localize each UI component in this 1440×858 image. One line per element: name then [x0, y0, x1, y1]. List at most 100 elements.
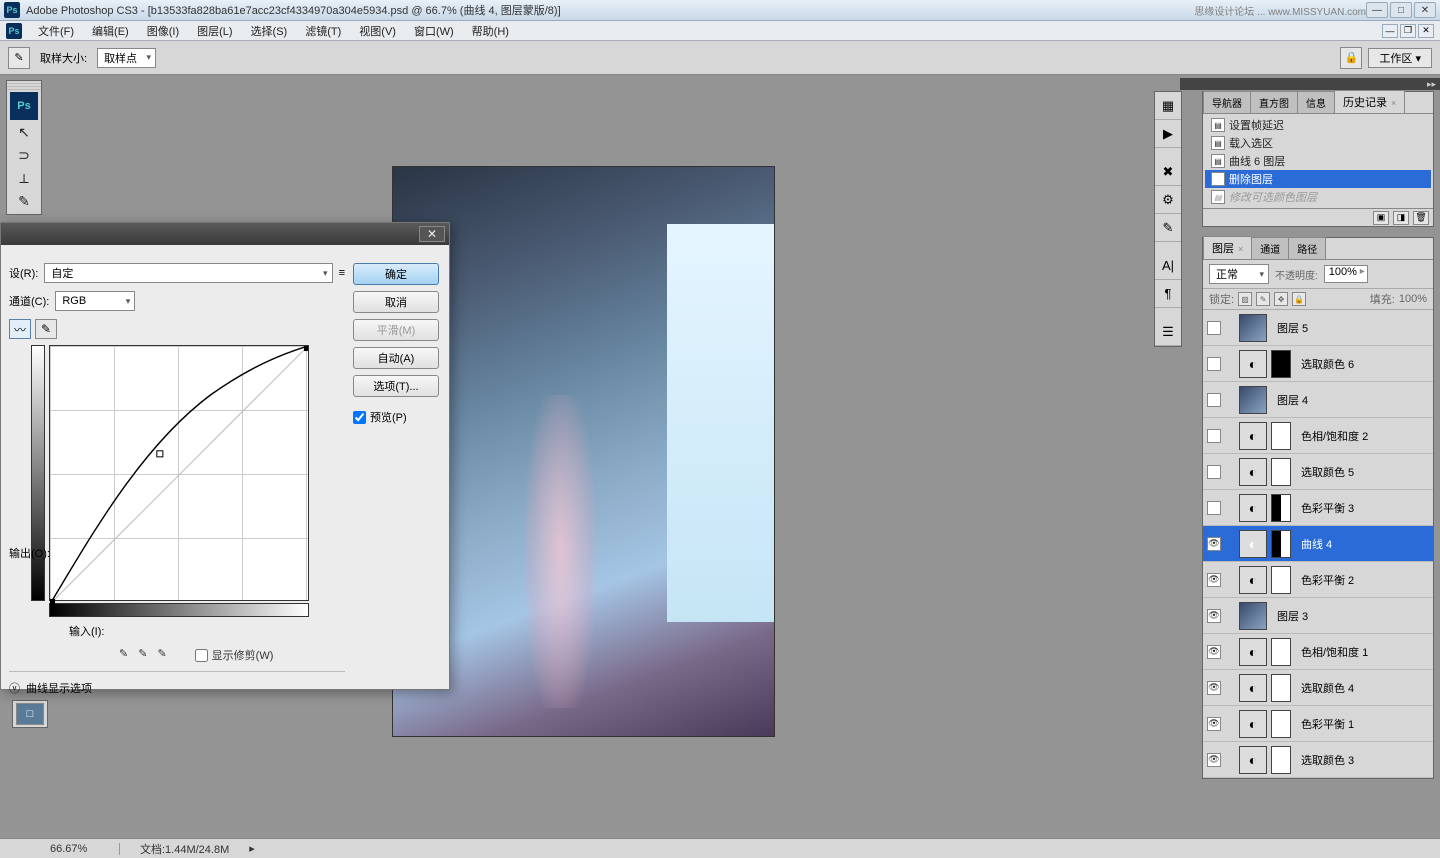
- palette-grip[interactable]: [7, 83, 41, 91]
- layer-mask-thumb[interactable]: [1271, 710, 1291, 738]
- workspace-icon[interactable]: 🔒: [1340, 47, 1362, 69]
- auto-button[interactable]: 自动(A): [353, 347, 439, 369]
- visibility-toggle[interactable]: 👁: [1207, 573, 1221, 587]
- history-item[interactable]: ▤设置帧延迟: [1205, 116, 1431, 134]
- menu-window[interactable]: 窗口(W): [406, 21, 462, 41]
- sample-size-dropdown[interactable]: 取样点: [97, 48, 156, 68]
- layer-name[interactable]: 选取颜色 4: [1301, 680, 1354, 696]
- layer-row[interactable]: 👁◐选取颜色 3: [1203, 742, 1433, 778]
- document-canvas[interactable]: [393, 167, 774, 736]
- history-new-snapshot[interactable]: ▣: [1373, 211, 1389, 225]
- lock-all[interactable]: 🔒: [1292, 292, 1306, 306]
- options-button[interactable]: 选项(T)...: [353, 375, 439, 397]
- history-delete[interactable]: 🗑: [1413, 211, 1429, 225]
- channel-dropdown[interactable]: RGB: [55, 291, 135, 311]
- expand-chevron-icon[interactable]: ⓥ: [9, 680, 20, 696]
- black-point-eyedropper[interactable]: ✎: [119, 647, 128, 663]
- preview-checkbox[interactable]: [353, 411, 366, 424]
- visibility-toggle[interactable]: 👁: [1207, 609, 1221, 623]
- dialog-close-button[interactable]: ✕: [419, 226, 445, 242]
- layer-name[interactable]: 色彩平衡 2: [1301, 572, 1354, 588]
- lasso-tool[interactable]: ⊃: [10, 144, 38, 166]
- layer-name[interactable]: 色彩平衡 3: [1301, 500, 1354, 516]
- layer-name[interactable]: 图层 4: [1277, 392, 1308, 408]
- close-button[interactable]: ✕: [1414, 2, 1436, 18]
- layer-mask-thumb[interactable]: [1271, 674, 1291, 702]
- layer-name[interactable]: 色相/饱和度 1: [1301, 644, 1368, 660]
- layer-row[interactable]: 👁◐选取颜色 4: [1203, 670, 1433, 706]
- mdi-close[interactable]: ✕: [1418, 24, 1434, 38]
- workspace-menu[interactable]: 工作区 ▾: [1368, 48, 1432, 68]
- visibility-toggle[interactable]: 👁: [1207, 717, 1221, 731]
- screen-mode-switcher[interactable]: □: [16, 703, 44, 725]
- preset-dropdown[interactable]: 自定: [44, 263, 332, 283]
- tab-paths[interactable]: 路径: [1288, 237, 1326, 259]
- panel-collapse-bar[interactable]: ▸▸: [1180, 78, 1440, 90]
- layer-row[interactable]: 👁◐色彩平衡 2: [1203, 562, 1433, 598]
- visibility-toggle[interactable]: [1207, 321, 1221, 335]
- fill-field[interactable]: 100%: [1399, 293, 1427, 305]
- tab-navigator[interactable]: 导航器: [1203, 91, 1251, 113]
- curve-graph[interactable]: [49, 345, 309, 601]
- dock-btn-6[interactable]: A|: [1155, 252, 1181, 280]
- layer-row[interactable]: 图层 4: [1203, 382, 1433, 418]
- dock-btn-7[interactable]: ¶: [1155, 280, 1181, 308]
- menu-select[interactable]: 选择(S): [243, 21, 296, 41]
- layer-mask-thumb[interactable]: [1271, 494, 1291, 522]
- visibility-toggle[interactable]: 👁: [1207, 645, 1221, 659]
- ok-button[interactable]: 确定: [353, 263, 439, 285]
- visibility-toggle[interactable]: [1207, 357, 1221, 371]
- layer-row[interactable]: ◐选取颜色 5: [1203, 454, 1433, 490]
- menu-filter[interactable]: 滤镜(T): [297, 21, 349, 41]
- curve-point-tool[interactable]: 〰: [9, 319, 31, 339]
- curve-pencil-tool[interactable]: ✎: [35, 319, 57, 339]
- visibility-toggle[interactable]: [1207, 393, 1221, 407]
- mdi-restore[interactable]: ❐: [1400, 24, 1416, 38]
- dock-btn-3[interactable]: ✖: [1155, 158, 1181, 186]
- layer-mask-thumb[interactable]: [1271, 458, 1291, 486]
- visibility-toggle[interactable]: 👁: [1207, 681, 1221, 695]
- layer-mask-thumb[interactable]: [1271, 530, 1291, 558]
- layer-name[interactable]: 色相/饱和度 2: [1301, 428, 1368, 444]
- dock-btn-2[interactable]: ▶: [1155, 120, 1181, 148]
- layer-row[interactable]: 图层 5: [1203, 310, 1433, 346]
- layer-name[interactable]: 图层 3: [1277, 608, 1308, 624]
- layer-name[interactable]: 色彩平衡 1: [1301, 716, 1354, 732]
- white-point-eyedropper[interactable]: ✎: [157, 647, 166, 663]
- layer-name[interactable]: 图层 5: [1277, 320, 1308, 336]
- tab-info[interactable]: 信息: [1297, 91, 1335, 113]
- preset-menu-icon[interactable]: ≡: [339, 267, 345, 279]
- layer-name[interactable]: 曲线 4: [1301, 536, 1332, 552]
- eyedropper-tool-icon[interactable]: ✎: [8, 47, 30, 69]
- layer-mask-thumb[interactable]: [1271, 638, 1291, 666]
- mdi-minimize[interactable]: —: [1382, 24, 1398, 38]
- menu-image[interactable]: 图像(I): [139, 21, 187, 41]
- layer-mask-thumb[interactable]: [1271, 746, 1291, 774]
- layer-row[interactable]: 👁◐色相/饱和度 1: [1203, 634, 1433, 670]
- dock-btn-5[interactable]: ✎: [1155, 214, 1181, 242]
- crop-tool[interactable]: ⟂: [10, 167, 38, 189]
- dock-btn-4[interactable]: ⚙: [1155, 186, 1181, 214]
- menu-edit[interactable]: 编辑(E): [84, 21, 137, 41]
- layer-name[interactable]: 选取颜色 5: [1301, 464, 1354, 480]
- history-item[interactable]: ▤曲线 6 图层: [1205, 152, 1431, 170]
- visibility-toggle[interactable]: 👁: [1207, 537, 1221, 551]
- history-item[interactable]: ▤载入选区: [1205, 134, 1431, 152]
- dock-btn-8[interactable]: ☰: [1155, 318, 1181, 346]
- layer-mask-thumb[interactable]: [1271, 566, 1291, 594]
- lock-position[interactable]: ✥: [1274, 292, 1288, 306]
- layer-row[interactable]: ◐色彩平衡 3: [1203, 490, 1433, 526]
- visibility-toggle[interactable]: [1207, 501, 1221, 515]
- tab-layers[interactable]: 图层×: [1203, 236, 1252, 259]
- layer-row[interactable]: 👁◐色彩平衡 1: [1203, 706, 1433, 742]
- brush-tool[interactable]: ✎: [10, 190, 38, 212]
- show-clipping-checkbox[interactable]: [195, 649, 208, 662]
- history-item[interactable]: ▤修改可选颜色图层: [1205, 188, 1431, 206]
- layer-mask-thumb[interactable]: [1271, 350, 1291, 378]
- opacity-field[interactable]: 100%: [1324, 265, 1368, 283]
- layer-row[interactable]: ◐色相/饱和度 2: [1203, 418, 1433, 454]
- minimize-button[interactable]: —: [1366, 2, 1388, 18]
- menu-layer[interactable]: 图层(L): [189, 21, 240, 41]
- layer-name[interactable]: 选取颜色 3: [1301, 752, 1354, 768]
- zoom-level[interactable]: 66.67%: [50, 843, 120, 855]
